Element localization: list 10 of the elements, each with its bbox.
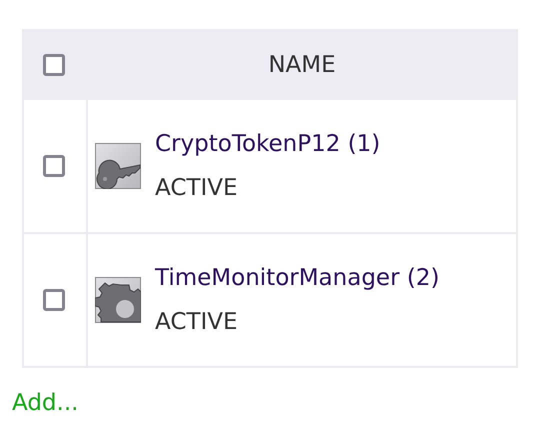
key-icon [95, 143, 141, 189]
row-checkbox[interactable] [43, 289, 65, 311]
item-name-link[interactable]: CryptoTokenP12 (1) [155, 131, 380, 157]
gear-icon [95, 277, 141, 323]
status-text: ACTIVE [155, 309, 238, 335]
column-header: NAME [268, 52, 336, 78]
row-checkbox[interactable] [43, 155, 65, 177]
item-name-link[interactable]: TimeMonitorManager (2) [155, 265, 440, 291]
select-all-checkbox[interactable] [43, 54, 65, 76]
status-text: ACTIVE [155, 175, 238, 201]
